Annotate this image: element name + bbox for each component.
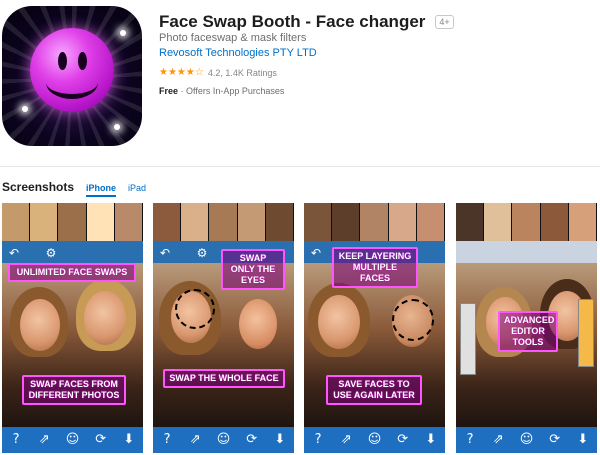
screenshot-2[interactable]: ↶ ⚙ SWAP ONLY THE EYES SWAP THE WHOLE FA… <box>153 203 294 453</box>
feature-label: ADVANCED EDITOR TOOLS <box>498 311 558 352</box>
face <box>20 299 60 351</box>
help-icon: ? <box>314 432 322 447</box>
face-library-icon: ☺ <box>367 432 382 447</box>
crosshair-target <box>175 289 215 329</box>
price: Free <box>159 86 179 96</box>
face-strip <box>2 203 143 241</box>
open-icon: ⇗ <box>340 432 352 447</box>
face-strip <box>304 203 445 241</box>
rating-stars: ★★★★☆ <box>159 67 204 78</box>
gear-icon: ⚙ <box>193 244 211 262</box>
app-title: Face Swap Booth - Face changer <box>159 12 426 31</box>
face-library-icon: ☺ <box>65 432 80 447</box>
save-icon: ⬇ <box>274 432 286 447</box>
open-icon: ⇗ <box>492 432 504 447</box>
editor-toolbar <box>456 241 597 263</box>
save-icon: ⬇ <box>577 432 589 447</box>
section-divider <box>0 166 600 167</box>
open-icon: ⇗ <box>38 432 50 447</box>
share-icon: ⟳ <box>549 432 561 447</box>
screenshot-4[interactable]: ADVANCED EDITOR TOOLS ? ⇗ ☺ ⟳ ⬇ <box>456 203 597 453</box>
share-icon: ⟳ <box>246 432 258 447</box>
price-row: Free · Offers In-App Purchases <box>159 86 285 96</box>
share-icon: ⟳ <box>95 432 107 447</box>
editor-toolbar <box>2 241 143 263</box>
feature-label: SWAP THE WHOLE FACE <box>163 369 285 388</box>
help-icon: ? <box>163 432 171 447</box>
feature-label: UNLIMITED FACE SWAPS <box>8 263 136 282</box>
sparkle-icon <box>22 106 28 112</box>
screenshots-header: Screenshots iPhone iPad <box>2 180 146 197</box>
face <box>318 295 360 349</box>
tab-ipad[interactable]: iPad <box>128 183 146 193</box>
screenshots-title: Screenshots <box>2 180 75 194</box>
crosshair-target <box>392 299 434 341</box>
save-icon: ⬇ <box>425 432 437 447</box>
feature-label: SWAP ONLY THE EYES <box>221 249 285 290</box>
face <box>84 291 126 345</box>
undo-icon: ↶ <box>5 244 23 262</box>
left-slider <box>460 303 476 375</box>
undo-icon: ↶ <box>307 244 325 262</box>
save-icon: ⬇ <box>123 432 135 447</box>
feature-label: KEEP LAYERING MULTIPLE FACES <box>332 247 418 288</box>
rating-value: 4.2 <box>207 67 221 78</box>
face-library-icon: ☺ <box>519 432 534 447</box>
rating-count: 1.4K Ratings <box>225 67 277 78</box>
in-app-purchases-note: Offers In-App Purchases <box>186 86 285 96</box>
help-icon: ? <box>12 432 20 447</box>
smiley-icon <box>30 28 114 112</box>
right-slider <box>578 299 594 367</box>
sparkle-icon <box>120 30 126 36</box>
face-strip <box>456 203 597 241</box>
gear-icon: ⚙ <box>42 244 60 262</box>
screenshot-3[interactable]: ↶ KEEP LAYERING MULTIPLE FACES SAVE FACE… <box>304 203 445 453</box>
undo-icon: ↶ <box>156 244 174 262</box>
rating-row: ★★★★☆ 4.2 , 1.4K Ratings <box>159 67 277 78</box>
face-library-icon: ☺ <box>216 432 231 447</box>
sparkle-icon <box>114 124 120 130</box>
tab-iphone[interactable]: iPhone <box>86 183 117 197</box>
title-row: Face Swap Booth - Face changer 4+ <box>159 12 454 32</box>
app-icon <box>2 6 142 146</box>
app-subtitle: Photo faceswap & mask filters <box>159 32 307 44</box>
screenshot-1[interactable]: ↶ ⚙ UNLIMITED FACE SWAPS SWAP FACES FROM… <box>2 203 143 453</box>
developer-link[interactable]: Revosoft Technologies PTY LTD <box>159 47 317 59</box>
feature-label: SWAP FACES FROM DIFFERENT PHOTOS <box>22 375 126 405</box>
bottom-toolbar: ? ⇗ ☺ ⟳ ⬇ <box>456 427 597 453</box>
share-icon: ⟳ <box>397 432 409 447</box>
feature-label: SAVE FACES TO USE AGAIN LATER <box>326 375 422 405</box>
open-icon: ⇗ <box>189 432 201 447</box>
face-strip <box>153 203 294 241</box>
help-icon: ? <box>466 432 474 447</box>
face <box>239 299 277 349</box>
bottom-toolbar: ? ⇗ ☺ ⟳ ⬇ <box>153 427 294 453</box>
age-rating-badge: 4+ <box>435 15 454 29</box>
bottom-toolbar: ? ⇗ ☺ ⟳ ⬇ <box>304 427 445 453</box>
bottom-toolbar: ? ⇗ ☺ ⟳ ⬇ <box>2 427 143 453</box>
